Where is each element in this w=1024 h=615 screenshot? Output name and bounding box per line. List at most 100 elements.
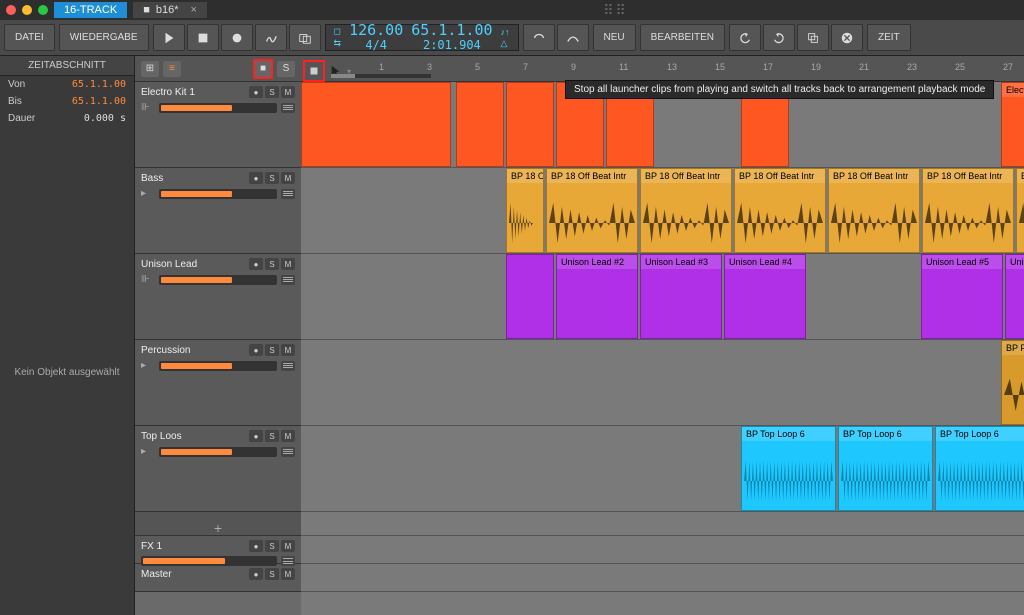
arrangement-area[interactable]: ▾ 135791113151719212325272931 Stop all l… xyxy=(301,56,1024,615)
solo-button[interactable]: S xyxy=(265,258,279,270)
volume-slider[interactable] xyxy=(159,103,277,113)
solo-button[interactable]: S xyxy=(265,86,279,98)
delete-button[interactable] xyxy=(831,24,863,51)
overdub-button[interactable] xyxy=(289,24,321,51)
track-lane-master[interactable] xyxy=(301,564,1024,592)
position-display[interactable]: 65.1.1.00 2:01.904 xyxy=(411,23,492,52)
mute-button[interactable]: M xyxy=(281,540,295,552)
clip[interactable] xyxy=(506,254,554,339)
close-tab-icon[interactable]: × xyxy=(190,4,196,16)
stop-all-clips-button[interactable] xyxy=(303,60,325,82)
track-lane-bass[interactable]: BP 18 O BP 18 Off Beat Intr BP 18 Off Be… xyxy=(301,168,1024,254)
mute-button[interactable]: M xyxy=(281,568,295,580)
clip[interactable] xyxy=(301,82,451,167)
record-arm-button[interactable]: ● xyxy=(249,540,263,552)
clip[interactable] xyxy=(456,82,504,167)
record-arm-button[interactable]: ● xyxy=(249,258,263,270)
undo-button[interactable] xyxy=(729,24,761,51)
clip[interactable]: BP 18 Off Beat Intr xyxy=(1016,168,1024,253)
mute-button[interactable]: M xyxy=(281,344,295,356)
track-menu-icon[interactable] xyxy=(281,103,295,113)
clip[interactable]: BP 18 Off Beat Intr xyxy=(640,168,732,253)
clip[interactable]: BP 18 Off Beat Intr xyxy=(546,168,638,253)
record-arm-button[interactable]: ● xyxy=(249,344,263,356)
redo-button[interactable] xyxy=(763,24,795,51)
track-menu-icon[interactable] xyxy=(281,361,295,371)
bis-value[interactable]: 65.1.1.00 xyxy=(72,96,126,107)
volume-slider[interactable] xyxy=(159,275,277,285)
solo-button[interactable]: S xyxy=(265,172,279,184)
clip[interactable]: Electro Kit 1 #6 xyxy=(1001,82,1024,167)
track-header-bass[interactable]: Bass ● S M ▸ xyxy=(135,168,301,254)
solo-button[interactable]: S xyxy=(265,430,279,442)
mute-button[interactable]: M xyxy=(281,172,295,184)
list-view-icon[interactable]: ≡ xyxy=(163,61,181,77)
mute-button[interactable]: M xyxy=(281,258,295,270)
record-arm-button[interactable]: ● xyxy=(249,172,263,184)
punch-button[interactable] xyxy=(557,24,589,51)
s-button[interactable]: S xyxy=(277,61,295,77)
volume-slider[interactable] xyxy=(159,189,277,199)
file-button[interactable]: DATEI xyxy=(4,24,55,51)
track-lane-fx1[interactable] xyxy=(301,536,1024,564)
grid-view-icon[interactable]: ⊞ xyxy=(141,61,159,77)
track-menu-icon[interactable] xyxy=(281,556,295,566)
new-button[interactable]: NEU xyxy=(593,24,636,51)
duplicate-button[interactable] xyxy=(797,24,829,51)
clip[interactable]: BP Top Loop 6 xyxy=(838,426,933,511)
play-button[interactable] xyxy=(153,24,185,51)
clip[interactable]: Unison Lead #4 xyxy=(724,254,806,339)
track-header-percussion[interactable]: Percussion ● S M ▸ xyxy=(135,340,301,426)
track-header-toploos[interactable]: Top Loos ● S M ▸ xyxy=(135,426,301,512)
track-menu-icon[interactable] xyxy=(281,189,295,199)
loop-button[interactable] xyxy=(523,24,555,51)
add-track-button[interactable]: + xyxy=(135,512,301,536)
stop-button[interactable] xyxy=(187,24,219,51)
track-header-fx1[interactable]: FX 1 ● S M xyxy=(135,536,301,564)
clip[interactable] xyxy=(506,82,554,167)
dauer-value[interactable]: 0.000 s xyxy=(84,113,126,124)
solo-button[interactable]: S xyxy=(265,344,279,356)
metronome-icons[interactable]: ♪↑△ xyxy=(501,27,510,49)
maximize-window-icon[interactable] xyxy=(38,5,48,15)
track-lane-percussion[interactable]: BP FX 128bpm Loop 5 xyxy=(301,340,1024,426)
minimize-window-icon[interactable] xyxy=(22,5,32,15)
template-tab[interactable]: 16-TRACK xyxy=(54,2,127,18)
tempo-display[interactable]: 126.00 4/4 xyxy=(349,23,403,52)
clip[interactable]: BP 18 Off Beat Intr xyxy=(734,168,826,253)
track-header-unison[interactable]: Unison Lead ● S M ⊪ xyxy=(135,254,301,340)
track-lane-unison[interactable]: Unison Lead #2 Unison Lead #3 Unison Lea… xyxy=(301,254,1024,340)
global-stop-button[interactable]: ■ xyxy=(253,59,273,79)
clip[interactable]: Unison Lead #5 xyxy=(921,254,1003,339)
track-menu-icon[interactable] xyxy=(281,447,295,457)
solo-button[interactable]: S xyxy=(265,540,279,552)
clip[interactable]: Unison Lead #2 xyxy=(556,254,638,339)
record-arm-button[interactable]: ● xyxy=(249,430,263,442)
track-header-master[interactable]: Master ● S M xyxy=(135,564,301,592)
volume-slider[interactable] xyxy=(159,361,277,371)
record-arm-button[interactable]: ● xyxy=(249,86,263,98)
clip[interactable]: BP FX 128bpm Loop 5 xyxy=(1001,340,1024,425)
mute-button[interactable]: M xyxy=(281,430,295,442)
track-lane-toploos[interactable]: BP Top Loop 6 BP Top Loop 6 BP Top Loop … xyxy=(301,426,1024,512)
clip[interactable]: BP 18 Off Beat Intr xyxy=(828,168,920,253)
clip[interactable]: Unison Lead #6 xyxy=(1005,254,1024,339)
automation-write-button[interactable] xyxy=(255,24,287,51)
clip[interactable]: BP Top Loop 6 xyxy=(741,426,836,511)
volume-slider[interactable] xyxy=(141,556,277,566)
solo-button[interactable]: S xyxy=(265,568,279,580)
clip[interactable]: BP Top Loop 6 xyxy=(935,426,1024,511)
playback-button[interactable]: WIEDERGABE xyxy=(59,24,149,51)
record-arm-button[interactable]: ● xyxy=(249,568,263,580)
clip[interactable]: BP 18 O xyxy=(506,168,544,253)
record-button[interactable] xyxy=(221,24,253,51)
close-window-icon[interactable] xyxy=(6,5,16,15)
track-menu-icon[interactable] xyxy=(281,275,295,285)
edit-button[interactable]: BEARBEITEN xyxy=(640,24,725,51)
document-tab[interactable]: ■ b16* × xyxy=(133,2,207,18)
mute-button[interactable]: M xyxy=(281,86,295,98)
clip[interactable]: Unison Lead #3 xyxy=(640,254,722,339)
clip[interactable]: BP 18 Off Beat Intr xyxy=(922,168,1014,253)
time-button[interactable]: ZEIT xyxy=(867,24,911,51)
timeline-ruler[interactable]: ▾ 135791113151719212325272931 xyxy=(301,56,1024,82)
